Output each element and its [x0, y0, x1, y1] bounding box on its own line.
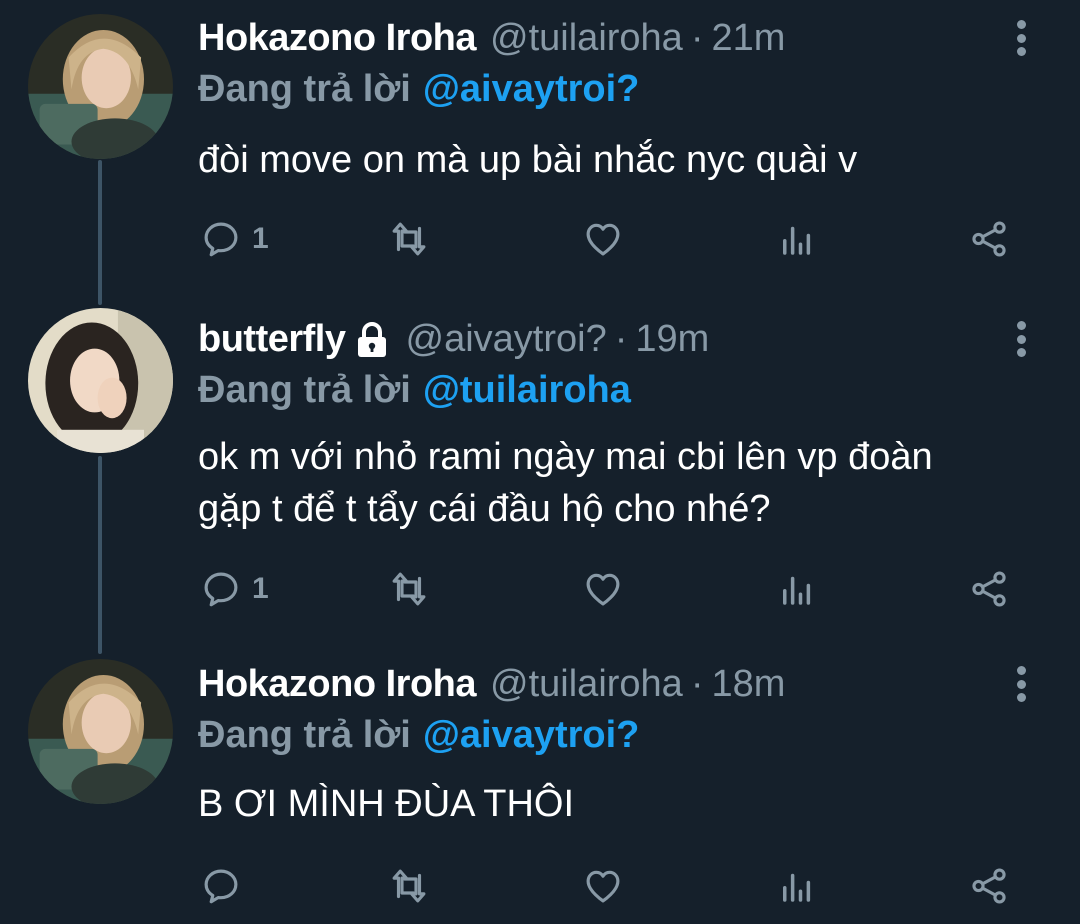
tweet-text-line: ok m với nhỏ rami ngày mai cbi lên vp đo… [198, 436, 933, 478]
user-handle[interactable]: @aivaytroi? [406, 318, 607, 361]
tweet-header: Hokazono Iroha @tuilairoha · 21m [198, 10, 785, 66]
tweet-actions: 1 [198, 564, 1018, 614]
like-button[interactable] [582, 214, 624, 264]
replying-to: Đang trả lời @tuilairoha [198, 365, 631, 415]
tweet-actions: 1 [198, 214, 1018, 264]
retweet-button[interactable] [388, 214, 430, 264]
share-button[interactable] [968, 861, 1010, 911]
user-handle[interactable]: @tuilairoha [490, 663, 683, 706]
reply-count: 1 [252, 572, 269, 605]
like-icon [586, 223, 620, 256]
display-name[interactable]: Hokazono Iroha [198, 17, 477, 60]
more-icon[interactable] [1006, 20, 1036, 56]
tweet[interactable]: butterfly @aivaytroi? · 19m Đang trả lời… [0, 308, 1080, 631]
analytics-icon [783, 226, 811, 255]
share-button[interactable] [968, 564, 1010, 614]
share-button[interactable] [968, 214, 1010, 264]
reply-icon [204, 572, 238, 607]
avatar-image [28, 659, 173, 804]
timestamp[interactable]: 21m [711, 17, 785, 60]
like-button[interactable] [582, 861, 624, 911]
reply-button[interactable]: 1 [200, 214, 269, 264]
like-icon [586, 573, 620, 606]
tweet-text-line: B ƠI MÌNH ĐÙA THÔI [198, 783, 575, 825]
analytics-icon [783, 576, 811, 605]
replying-to-mention[interactable]: @aivaytroi? [423, 714, 640, 757]
tweet-text-line: đòi move on mà up bài nhắc nyc quài v [198, 139, 858, 181]
reply-icon [204, 222, 238, 257]
replying-to-label: Đang trả lời [198, 67, 411, 110]
share-icon [972, 221, 1006, 257]
replying-to: Đang trả lời @aivaytroi? [198, 64, 639, 114]
replying-to-mention[interactable]: @tuilairoha [423, 369, 631, 412]
avatar[interactable] [28, 659, 173, 804]
analytics-icon [783, 873, 811, 902]
more-icon[interactable] [1006, 666, 1036, 702]
lock-icon [356, 321, 388, 357]
avatar[interactable] [28, 308, 173, 453]
timestamp[interactable]: 19m [635, 318, 709, 361]
separator-dot: · [690, 662, 704, 705]
tweet[interactable]: Hokazono Iroha @tuilairoha · 18m Đang tr… [0, 656, 1080, 918]
reply-button[interactable] [200, 861, 252, 911]
like-button[interactable] [582, 564, 624, 614]
retweet-button[interactable] [388, 861, 430, 911]
replying-to-mention[interactable]: @aivaytroi? [423, 68, 640, 111]
analytics-button[interactable] [776, 564, 818, 614]
reply-count: 1 [252, 222, 269, 255]
reply-button[interactable]: 1 [200, 564, 269, 614]
separator-dot: · [690, 16, 704, 59]
share-icon [972, 571, 1006, 607]
tweet-header: Hokazono Iroha @tuilairoha · 18m [198, 656, 785, 712]
replying-to: Đang trả lời @aivaytroi? [198, 710, 639, 760]
analytics-button[interactable] [776, 861, 818, 911]
user-handle[interactable]: @tuilairoha [490, 17, 683, 60]
tweet-actions [198, 861, 1018, 911]
avatar-image [28, 308, 173, 453]
tweet-header: butterfly @aivaytroi? · 19m [198, 311, 709, 367]
timestamp[interactable]: 18m [711, 663, 785, 706]
tweet[interactable]: Hokazono Iroha @tuilairoha · 21m Đang tr… [0, 10, 1080, 280]
replying-to-label: Đang trả lời [198, 368, 411, 411]
retweet-icon [392, 869, 426, 903]
tweet-text: ok m với nhỏ rami ngày mai cbi lên vp đo… [198, 431, 1038, 535]
retweet-button[interactable] [388, 564, 430, 614]
tweet-text: đòi move on mà up bài nhắc nyc quài v [198, 134, 1038, 186]
avatar-image [28, 14, 173, 159]
reply-icon [204, 869, 238, 904]
display-name[interactable]: Hokazono Iroha [198, 663, 477, 706]
avatar[interactable] [28, 14, 173, 159]
share-icon [972, 868, 1006, 904]
like-icon [586, 870, 620, 903]
analytics-button[interactable] [776, 214, 818, 264]
separator-dot: · [614, 317, 628, 360]
tweet-text-line: gặp t để t tẩy cái đầu hộ cho nhé? [198, 488, 771, 530]
retweet-icon [392, 572, 426, 606]
tweet-text: B ƠI MÌNH ĐÙA THÔI [198, 778, 1038, 830]
display-name[interactable]: butterfly [198, 318, 346, 361]
replying-to-label: Đang trả lời [198, 713, 411, 756]
retweet-icon [392, 222, 426, 256]
more-icon[interactable] [1006, 321, 1036, 357]
